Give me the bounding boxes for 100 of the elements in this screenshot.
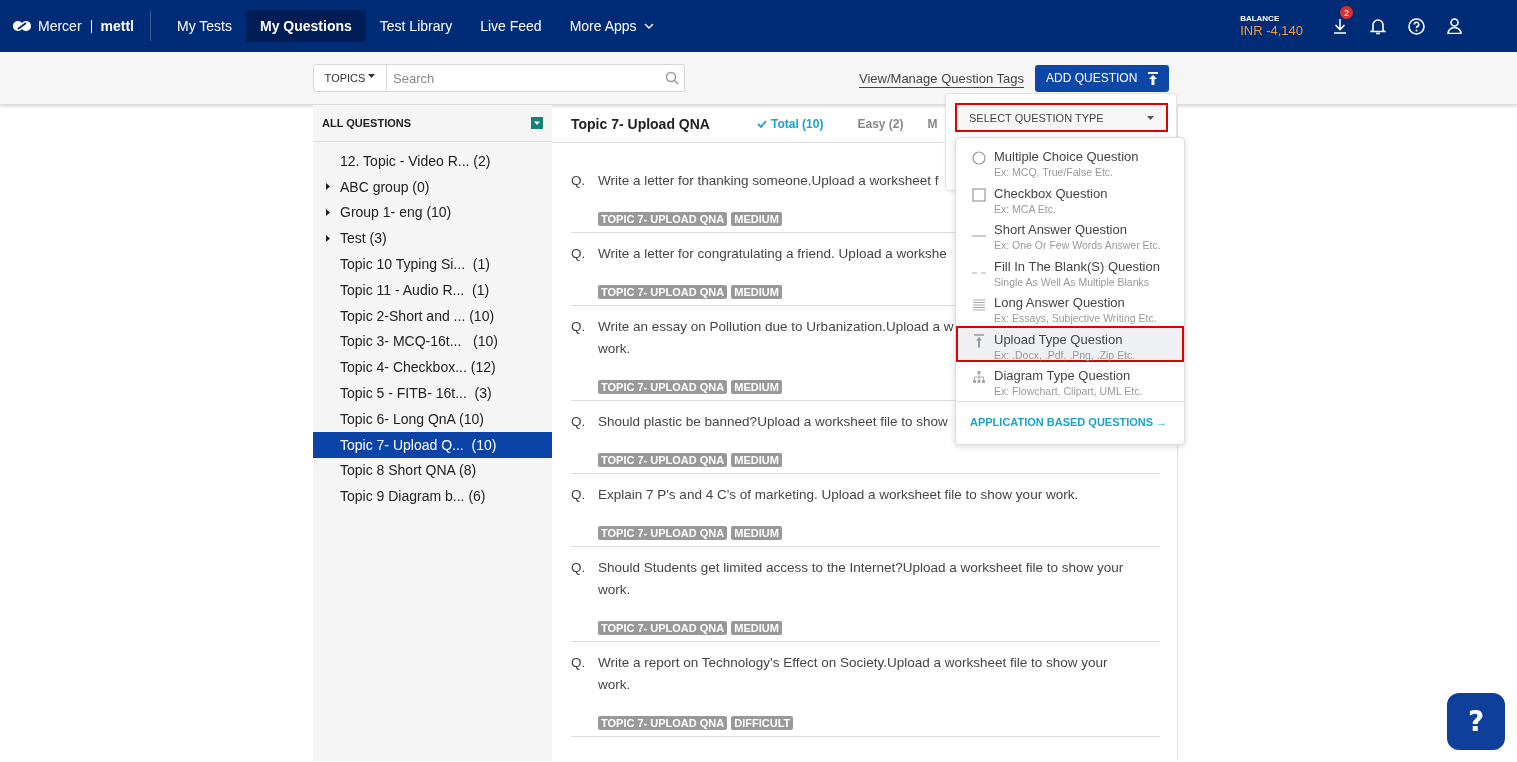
sidebar-item[interactable]: Topic 9 Diagram b... (6): [313, 483, 552, 510]
question-marker: Q.: [571, 559, 587, 577]
sidebar-item[interactable]: 12. Topic - Video R... (2): [313, 148, 552, 174]
sidebar-item[interactable]: Topic 10 Typing Si... (1): [313, 251, 552, 277]
question-text[interactable]: Write a letter for thanking someone.Upload a worksheet f: [598, 170, 939, 192]
dashed-line-icon: [972, 271, 986, 274]
nav-tab[interactable]: Live Feed: [466, 10, 556, 42]
hierarchy-icon: [972, 370, 986, 384]
question-type-option[interactable]: Upload Type Question Ex: .Docx, .Pdf, .Png, .Zip Etc.: [956, 325, 1184, 362]
option-hint: Ex: Essays, Subjective Writing Etc.: [994, 312, 1157, 324]
search-field[interactable]: Search: [387, 64, 685, 92]
question-text[interactable]: Write an essay on Pollution due to Urbanization.Upload a w work.: [598, 316, 954, 360]
nav-tab[interactable]: Test Library: [365, 10, 467, 42]
balance-label: BALANCE: [1240, 14, 1281, 23]
question-type-option[interactable]: Checkbox Question Ex: MCA Etc.: [956, 179, 1184, 216]
tag-label: TOPIC 7- UPLOAD QNA: [598, 453, 728, 467]
option-hint: Ex: MCA Etc.: [994, 202, 1057, 215]
download-icon[interactable]: [1332, 18, 1348, 34]
question-marker: Q.: [571, 654, 587, 672]
question-text[interactable]: Should plastic be banned?Upload a worksheet file to show: [598, 411, 948, 433]
add-question-button[interactable]: ADD QUESTION: [1035, 64, 1169, 92]
expand-arrow-icon: [326, 234, 330, 242]
nav-tab[interactable]: More Apps: [555, 10, 668, 42]
upload-icon: [1148, 71, 1158, 85]
line-icon: [972, 235, 986, 237]
tag-label: MEDIUM: [731, 453, 782, 467]
sidebar-item[interactable]: Test (3): [313, 225, 552, 252]
lines-icon: [972, 297, 986, 311]
question-text[interactable]: Write a report on Technology's Effect on Society.Upload a worksheet file to show your work.: [598, 652, 1108, 696]
tag-label: MEDIUM: [731, 212, 782, 226]
option-hint: Ex: .Docx, .Pdf, .Png, .Zip Etc.: [994, 348, 1136, 361]
tag-label: TOPIC 7- UPLOAD QNA: [598, 285, 728, 299]
balance-amount: INR -4,140: [1240, 23, 1303, 38]
tag-label: TOPIC 7- UPLOAD QNA: [598, 212, 728, 226]
sidebar-item[interactable]: Topic 8 Short QNA (8): [313, 457, 552, 484]
option-label: Short Answer Question: [994, 222, 1128, 237]
question-type-option[interactable]: Long Answer Question Ex: Essays, Subjective Writing Etc.: [956, 289, 1184, 326]
question-marker: Q.: [571, 318, 587, 336]
bell-icon[interactable]: [1370, 17, 1386, 35]
logo[interactable]: Mercer mettl: [12, 18, 134, 34]
sidebar-item[interactable]: Topic 6- Long QnA (10): [313, 405, 552, 432]
manage-tags-link[interactable]: View/Manage Question Tags: [859, 70, 1024, 86]
question-type-option[interactable]: Multiple Choice Question Ex: MCQ, True/False Etc.: [956, 143, 1184, 180]
tag-label: TOPIC 7- UPLOAD QNA: [598, 716, 728, 730]
tag-label: MEDIUM: [731, 526, 782, 540]
question-type-option[interactable]: Short Answer Question Ex: One Or Few Words Answer Etc.: [956, 216, 1184, 253]
question-marker: Q.: [571, 245, 587, 263]
nav-tab[interactable]: My Tests: [163, 10, 246, 42]
search-icon: [665, 71, 679, 85]
question-text[interactable]: Write a letter for congratulating a friend. Upload a workshe: [598, 243, 947, 265]
upload-icon: [972, 333, 986, 348]
question-type-option[interactable]: Diagram Type Question Ex: Flowchart, Clipart, UML Etc.: [956, 362, 1184, 399]
collapse-icon[interactable]: [531, 117, 543, 129]
question-marker: Q.: [571, 413, 587, 431]
option-label: Upload Type Question: [994, 331, 1124, 347]
option-hint: Ex: One Or Few Words Answer Etc.: [994, 239, 1161, 251]
tag-label: TOPIC 7- UPLOAD QNA: [598, 380, 728, 394]
check-icon: [757, 119, 767, 128]
help-button[interactable]: ?: [1447, 693, 1505, 750]
sidebar-item[interactable]: Topic 2-Short and ... (10): [313, 302, 552, 329]
user-icon[interactable]: [1446, 18, 1462, 34]
option-hint: Ex: Flowchart, Clipart, UML Etc.: [994, 385, 1143, 397]
sidebar-item[interactable]: Topic 3- MCQ-16t... (10): [313, 328, 552, 355]
sidebar-item[interactable]: Topic 11 - Audio R... (1): [313, 277, 552, 303]
checkbox-icon: [972, 187, 986, 202]
sidebar-item[interactable]: ABC group (0): [313, 173, 552, 200]
tag-label: TOPIC 7- UPLOAD QNA: [598, 621, 728, 635]
difficulty-filter[interactable]: M: [927, 116, 938, 131]
question-text[interactable]: Explain 7 P's and 4 C's of marketing. Upload a worksheet file to show your work.: [598, 484, 1079, 506]
option-hint: Single As Well As Multiple Blanks: [994, 275, 1151, 288]
tag-label: DIFFICULT: [731, 716, 794, 730]
sidebar-item[interactable]: Topic 4- Checkbox... (12): [313, 354, 552, 381]
caret-icon: [1147, 115, 1154, 120]
tag-label: TOPIC 7- UPLOAD QNA: [598, 526, 728, 540]
question-type-option[interactable]: Fill In The Blank(S) Question Single As Well As Multiple Blanks: [956, 252, 1184, 289]
help-icon[interactable]: [1407, 17, 1425, 35]
option-label: Fill In The Blank(S) Question: [994, 258, 1160, 274]
question-marker: Q.: [571, 172, 587, 190]
option-hint: Ex: MCQ, True/False Etc.: [994, 166, 1115, 178]
tag-label: MEDIUM: [731, 285, 782, 299]
option-label: Checkbox Question: [994, 185, 1108, 201]
option-label: Diagram Type Question: [994, 368, 1132, 383]
option-label: Long Answer Question: [994, 295, 1126, 310]
sidebar-title: ALL QUESTIONS: [322, 117, 412, 129]
difficulty-filter[interactable]: Easy (2): [857, 116, 904, 131]
topic-title: Topic 7- Upload QNA: [571, 115, 711, 132]
question-type-select[interactable]: SELECT QUESTION TYPE: [955, 103, 1168, 132]
sidebar-item[interactable]: Topic 5 - FITB- 16t... (3): [313, 380, 552, 406]
notification-badge: 2: [1340, 6, 1353, 19]
topics-dropdown[interactable]: TOPICS: [313, 64, 387, 92]
expand-arrow-icon: [326, 183, 330, 191]
sidebar-item[interactable]: Topic 7- Upload Q... (10): [313, 431, 552, 458]
question-text[interactable]: Should Students get limited access to the Internet?Upload a worksheet file to show your work.: [598, 557, 1124, 601]
tag-label: MEDIUM: [731, 621, 782, 635]
option-label: Multiple Choice Question: [994, 149, 1139, 164]
nav-tab[interactable]: My Questions: [246, 10, 366, 42]
tag-label: MEDIUM: [731, 380, 782, 394]
radio-icon: [972, 151, 986, 165]
expand-arrow-icon: [326, 209, 330, 216]
sidebar-item[interactable]: Group 1- eng (10): [313, 199, 552, 226]
